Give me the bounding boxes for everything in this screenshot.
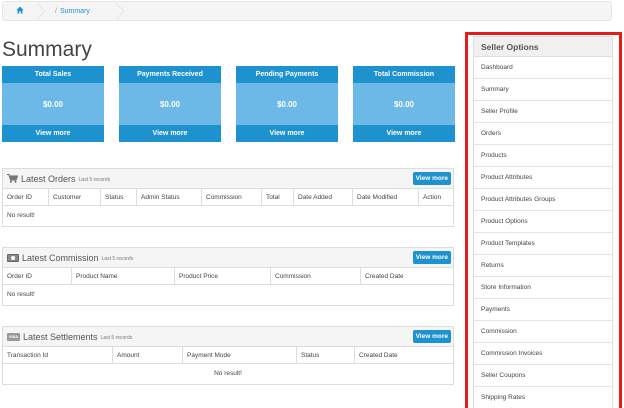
panel-header: Latest Orders Last 5 records View more — [3, 169, 453, 189]
column-header: Amount — [113, 347, 183, 363]
column-header: Created Date — [359, 352, 398, 359]
tile-title: Payments Received — [119, 66, 221, 83]
home-icon — [16, 6, 24, 16]
tile-value: $0.00 — [2, 83, 104, 125]
breadcrumb-home[interactable] — [3, 2, 45, 20]
panel-title: Latest Settlements — [23, 331, 98, 342]
sidebar-item-products[interactable]: Products — [474, 145, 612, 167]
panel-header: Latest Commission Last 5 records View mo… — [3, 248, 453, 268]
table-header: Order ID Customer Status Admin Status Co… — [3, 189, 453, 206]
panel-header: VISA Latest Settlements Last 5 records V… — [3, 327, 453, 347]
tile-view-more-link[interactable]: View more — [2, 125, 104, 142]
money-icon — [7, 253, 19, 262]
sidebar-item-seller-profile[interactable]: Seller Profile — [474, 101, 612, 123]
sidebar-item-dashboard[interactable]: Dashboard — [474, 57, 612, 79]
tile-view-more-link[interactable]: View more — [119, 125, 221, 142]
visa-card-icon: VISA — [7, 332, 20, 341]
column-header: Total — [262, 189, 294, 205]
empty-result: No result! — [7, 212, 35, 219]
breadcrumb-separator: / — [55, 7, 57, 15]
column-header: Product Name — [72, 268, 175, 284]
column-header: Payment Mode — [183, 347, 297, 363]
column-header: Admin Status — [137, 189, 202, 205]
tile-title: Pending Payments — [236, 66, 338, 83]
column-header: Action — [423, 194, 442, 201]
table-header: Order ID Product Name Product Price Comm… — [3, 268, 453, 285]
sidebar-item-orders[interactable]: Orders — [474, 123, 612, 145]
sidebar-item-returns[interactable]: Returns — [474, 255, 612, 277]
panel-title: Latest Commission — [22, 252, 99, 263]
page-title: Summary — [2, 38, 92, 61]
column-header: Date Modified — [353, 189, 419, 205]
panel-subtitle: Last 5 records — [78, 176, 111, 183]
tile-title: Total Commission — [353, 66, 455, 83]
tile-pending-payments: Pending Payments $0.00 View more — [236, 66, 338, 142]
sidebar-item-seller-coupons[interactable]: Seller Coupons — [474, 365, 612, 387]
tile-value: $0.00 — [353, 83, 455, 125]
tile-total-commission: Total Commission $0.00 View more — [353, 66, 455, 142]
breadcrumb-summary[interactable]: / Summary — [55, 2, 124, 20]
cart-icon — [7, 174, 18, 183]
column-header: Commission — [271, 268, 361, 284]
tile-total-sales: Total Sales $0.00 View more — [2, 66, 104, 142]
latest-settlements-panel: VISA Latest Settlements Last 5 records V… — [2, 326, 454, 385]
column-header: Order ID — [3, 189, 49, 205]
tile-view-more-link[interactable]: View more — [353, 125, 455, 142]
sidebar-item-commission-invoices[interactable]: Commission Invoices — [474, 343, 612, 365]
sidebar-item-commission[interactable]: Commission — [474, 321, 612, 343]
tile-view-more-link[interactable]: View more — [236, 125, 338, 142]
tile-payments-received: Payments Received $0.00 View more — [119, 66, 221, 142]
column-header: Customer — [49, 189, 101, 205]
sidebar-item-product-attributes[interactable]: Product Attributes — [474, 167, 612, 189]
tile-value: $0.00 — [236, 83, 338, 125]
sidebar-title: Seller Options — [474, 37, 612, 57]
panel-title: Latest Orders — [21, 173, 76, 184]
empty-result: No result! — [214, 370, 242, 377]
view-more-button[interactable]: View more — [412, 330, 451, 343]
empty-result: No result! — [7, 291, 35, 298]
breadcrumb: / Summary — [2, 1, 612, 21]
tile-value: $0.00 — [119, 83, 221, 125]
column-header: Status — [101, 189, 137, 205]
latest-commission-panel: Latest Commission Last 5 records View mo… — [2, 247, 454, 306]
column-header: Status — [297, 347, 355, 363]
panel-subtitle: Last 5 records — [100, 334, 133, 341]
latest-orders-panel: Latest Orders Last 5 records View more O… — [2, 168, 454, 227]
sidebar-item-store-information[interactable]: Store Information — [474, 277, 612, 299]
view-more-button[interactable]: View more — [412, 251, 451, 264]
sidebar-item-product-options[interactable]: Product Options — [474, 211, 612, 233]
sidebar-item-summary[interactable]: Summary — [474, 79, 612, 101]
seller-options-sidebar: Seller Options Dashboard Summary Seller … — [473, 36, 613, 408]
column-header: Transaction Id — [3, 347, 113, 363]
sidebar-item-payments[interactable]: Payments — [474, 299, 612, 321]
column-header: Product Price — [175, 268, 271, 284]
breadcrumb-summary-label: Summary — [59, 7, 90, 15]
panel-subtitle: Last 5 records — [101, 255, 134, 262]
tile-title: Total Sales — [2, 66, 104, 83]
column-header: Date Added — [294, 189, 353, 205]
column-header: Order ID — [3, 268, 72, 284]
sidebar-item-shipping-rates[interactable]: Shipping Rates — [474, 387, 612, 408]
table-header: Transaction Id Amount Payment Mode Statu… — [3, 347, 453, 364]
view-more-button[interactable]: View more — [412, 172, 451, 185]
sidebar-item-product-templates[interactable]: Product Templates — [474, 233, 612, 255]
sidebar-item-product-attributes-groups[interactable]: Product Attributes Groups — [474, 189, 612, 211]
column-header: Commission — [202, 189, 262, 205]
column-header: Created Date — [365, 273, 404, 280]
